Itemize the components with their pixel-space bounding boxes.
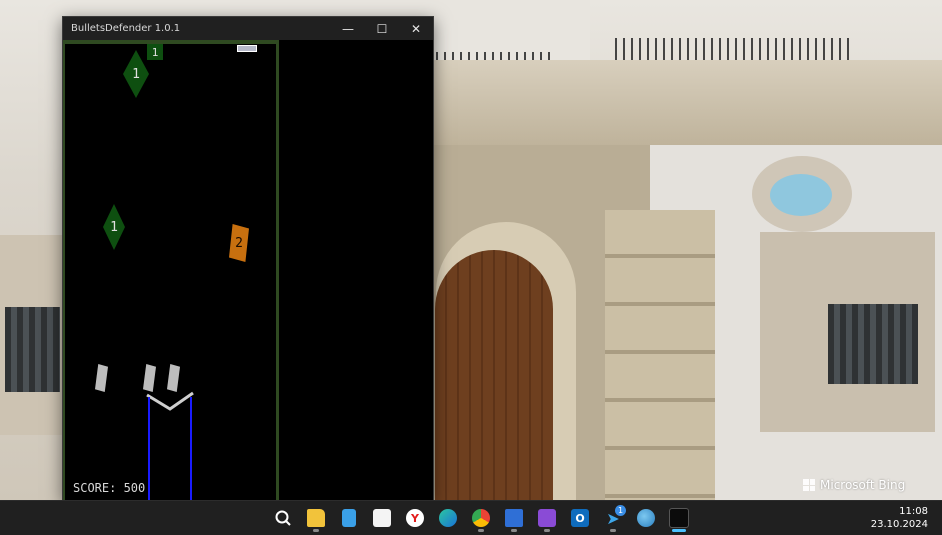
taskbar-yandex-browser[interactable]: Y bbox=[401, 504, 429, 532]
window-titlebar[interactable]: BulletsDefender 1.0.1 — ☐ ✕ bbox=[63, 17, 433, 40]
taskbar-file-explorer[interactable] bbox=[302, 504, 330, 532]
outlook-icon: O bbox=[571, 509, 589, 527]
taskbar-chrome[interactable] bbox=[467, 504, 495, 532]
taskbar-globe-app[interactable] bbox=[632, 504, 660, 532]
maximize-button[interactable]: ☐ bbox=[365, 17, 399, 40]
taskbar-microsoft-store[interactable] bbox=[368, 504, 396, 532]
notepad-icon bbox=[342, 509, 356, 527]
taskbar-notepad[interactable] bbox=[335, 504, 363, 532]
microsoft-logo-icon bbox=[803, 479, 815, 491]
taskbar-edge[interactable] bbox=[434, 504, 462, 532]
taskbar-outlook[interactable]: O bbox=[566, 504, 594, 532]
edge-icon bbox=[439, 509, 457, 527]
game-window-icon bbox=[669, 508, 689, 528]
taskbar-telegram[interactable]: ➤ 1 bbox=[599, 504, 627, 532]
chrome-icon bbox=[472, 509, 490, 527]
taskbar-app-list: Y O ➤ 1 bbox=[236, 504, 693, 532]
bing-watermark-text: Microsoft Bing bbox=[820, 478, 906, 492]
microsoft-store-icon bbox=[373, 509, 391, 527]
game-window[interactable]: BulletsDefender 1.0.1 — ☐ ✕ 1 1 1 2 SCOR… bbox=[62, 16, 434, 501]
taskbar: Y O ➤ 1 11:08 23.10.2024 bbox=[0, 500, 942, 535]
taskbar-visual-studio[interactable] bbox=[533, 504, 561, 532]
taskbar-save-app[interactable] bbox=[500, 504, 528, 532]
notification-badge: 1 bbox=[615, 505, 626, 516]
debris-fragment bbox=[143, 364, 156, 392]
player-turret bbox=[145, 389, 195, 500]
score-label: SCORE: 500 bbox=[73, 481, 146, 495]
clock-date: 23.10.2024 bbox=[870, 519, 928, 530]
enemy-block: 1 bbox=[103, 204, 125, 250]
enemy-block: 1 bbox=[123, 50, 149, 98]
play-field: 1 1 1 2 SCORE: 500 bbox=[63, 40, 279, 500]
minimize-button[interactable]: — bbox=[331, 17, 365, 40]
search-icon bbox=[275, 510, 291, 526]
taskbar-game-window[interactable] bbox=[665, 504, 693, 532]
start-button[interactable] bbox=[236, 504, 264, 532]
window-title: BulletsDefender 1.0.1 bbox=[71, 23, 181, 34]
clock-time: 11:08 bbox=[899, 506, 928, 517]
yandex-browser-icon: Y bbox=[406, 509, 424, 527]
close-button[interactable]: ✕ bbox=[399, 17, 433, 40]
visual-studio-icon bbox=[538, 509, 556, 527]
bing-watermark: Microsoft Bing bbox=[803, 478, 905, 492]
enemy-block: 2 bbox=[229, 224, 249, 262]
game-canvas[interactable]: 1 1 1 2 SCORE: 500 bbox=[63, 40, 433, 500]
file-explorer-icon bbox=[307, 509, 325, 527]
search-button[interactable] bbox=[269, 504, 297, 532]
turret-chevron-icon bbox=[146, 391, 194, 411]
globe-app-icon bbox=[637, 509, 655, 527]
debris-fragment bbox=[95, 364, 108, 392]
top-paddle bbox=[237, 45, 257, 52]
system-clock[interactable]: 11:08 23.10.2024 bbox=[871, 505, 928, 531]
debris-fragment bbox=[167, 364, 180, 392]
windows-start-icon bbox=[242, 510, 258, 526]
enemy-block: 1 bbox=[147, 44, 163, 60]
floppy-save-icon bbox=[505, 509, 523, 527]
